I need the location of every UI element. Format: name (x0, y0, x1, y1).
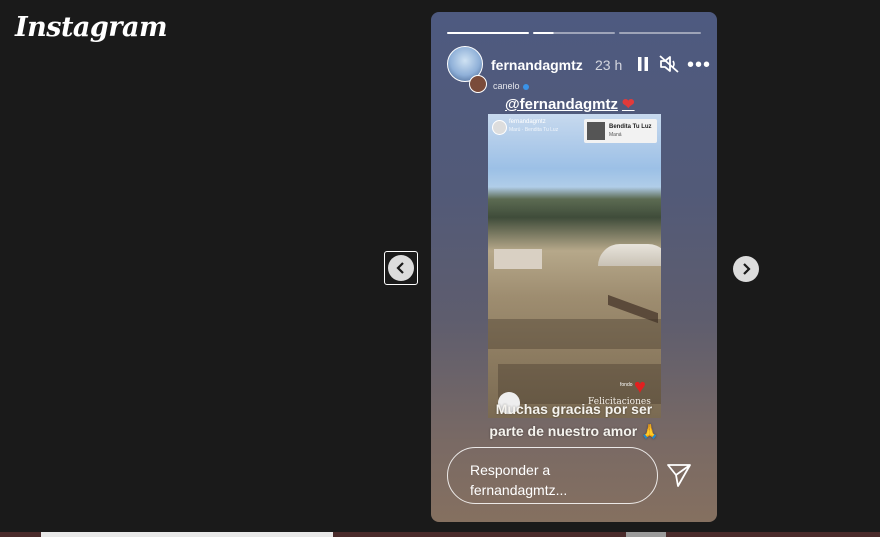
album-art (587, 122, 605, 140)
pause-icon[interactable] (637, 56, 649, 72)
embedded-subtitle: Marú · Bendita Tu Luz (509, 127, 559, 133)
reply-placeholder-line1: Responder a (470, 462, 551, 478)
progress-segment (619, 32, 701, 34)
shadow (488, 319, 661, 349)
reply-input[interactable]: Responder a fernandagmtz... (447, 447, 658, 504)
repost-avatar[interactable] (469, 75, 487, 93)
bottom-strip-grey (626, 532, 666, 537)
mention-sticker[interactable]: @fernandagmtz ❤ (505, 95, 635, 113)
embedded-username: fernandagmtz (509, 119, 546, 125)
embedded-avatar (492, 120, 507, 135)
building (494, 249, 542, 269)
story-progress-bar (447, 32, 701, 34)
repost-source[interactable]: canelo (493, 81, 529, 91)
bottom-strip-light (41, 532, 333, 537)
instagram-logo[interactable]: Instagram (15, 12, 168, 43)
repost-username: canelo (493, 81, 520, 91)
previous-story-button[interactable] (384, 251, 418, 285)
more-options-icon[interactable]: ••• (687, 55, 711, 75)
progress-segment-current (533, 32, 615, 34)
verified-badge-icon (522, 83, 529, 90)
story-username[interactable]: fernandagmtz (491, 57, 583, 73)
umbrella (598, 244, 661, 266)
caption-line-1: Muchas gracias por ser (495, 401, 653, 417)
heart-emoji: ❤ (621, 96, 635, 113)
muted-speaker-icon[interactable] (659, 55, 679, 73)
story-viewer[interactable]: fernandagmtz 23 h ••• canelo @fernandagm… (431, 12, 717, 522)
reply-placeholder-line2: fernandagmtz... (470, 482, 568, 498)
next-story-button[interactable] (733, 256, 759, 282)
music-sticker: Bendita Tu Luz Maná (584, 119, 657, 143)
chevron-left-icon (388, 255, 414, 281)
caption-line-2: parte de nuestro amor 🙏 (489, 423, 659, 439)
story-photo: fernandagmtz Marú · Bendita Tu Luz Bendi… (488, 114, 661, 418)
send-icon[interactable] (666, 462, 692, 488)
story-timestamp: 23 h (595, 57, 623, 73)
chevron-right-icon (743, 263, 751, 275)
small-tag: fondo (620, 382, 633, 388)
progress-segment (447, 32, 529, 34)
mention-text: @fernandagmtz (505, 96, 618, 113)
music-song: Bendita Tu Luz (609, 124, 652, 130)
heart-sticker-icon: ♥ (634, 376, 646, 398)
bottom-strip (0, 532, 880, 537)
music-artist: Maná (609, 132, 622, 138)
